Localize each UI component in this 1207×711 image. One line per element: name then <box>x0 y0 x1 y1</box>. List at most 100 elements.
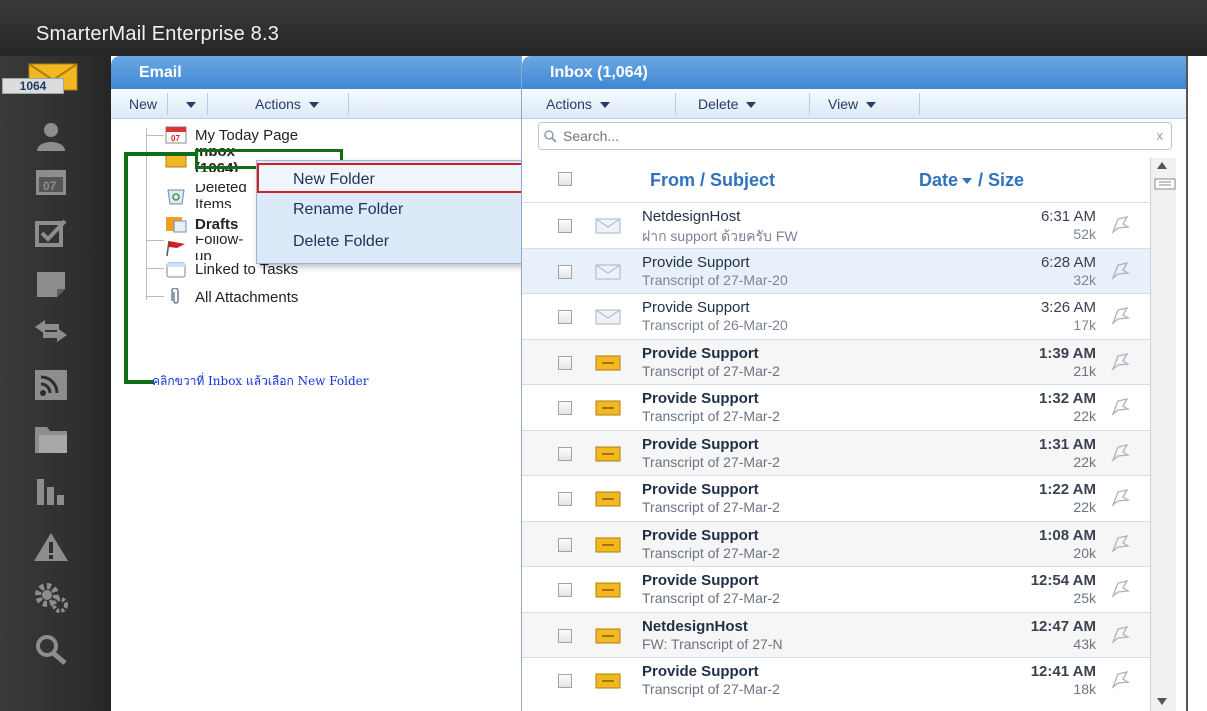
message-checkbox[interactable] <box>558 264 572 279</box>
message-row[interactable]: NetdesignHost ฝาก support ด้วยครับ FW 6:31… <box>522 202 1156 247</box>
inbox-panel: Inbox (1,064) Actions Delete View x From… <box>521 56 1207 711</box>
drafts-icon <box>166 217 187 233</box>
flag-icon[interactable] <box>1110 579 1130 599</box>
message-checkbox[interactable] <box>558 537 572 552</box>
annotation-line <box>124 152 196 156</box>
flag-icon[interactable] <box>1110 670 1130 690</box>
flag-icon[interactable] <box>1110 488 1130 508</box>
folder-label: All Attachments <box>195 288 299 306</box>
folder-label: Deleted Items <box>195 184 247 208</box>
new-dropdown-button[interactable] <box>174 93 208 115</box>
message-row[interactable]: Provide Support Transcript of 27-Mar-2 1:3… <box>522 429 1156 475</box>
message-size: 52k <box>1073 226 1096 242</box>
rss-icon[interactable] <box>30 368 72 402</box>
new-button[interactable]: New <box>119 93 169 115</box>
flag-icon[interactable] <box>1110 261 1130 281</box>
folder-deleted-items[interactable]: Deleted Items <box>165 184 257 208</box>
message-from: Provide Support <box>642 299 750 316</box>
inbox-actions-button[interactable]: Actions <box>536 93 676 115</box>
message-checkbox[interactable] <box>558 628 572 643</box>
message-checkbox[interactable] <box>558 355 572 370</box>
delete-button[interactable]: Delete <box>676 93 810 115</box>
message-subject: Transcript of 27-Mar-2 <box>642 544 780 561</box>
folder-my-today-page[interactable]: 07 My Today Page <box>165 123 298 147</box>
flag-icon[interactable] <box>1110 215 1130 235</box>
read-envelope-icon <box>595 309 621 325</box>
view-button[interactable]: View <box>810 93 920 115</box>
app-titlebar: SmarterMail Enterprise 8.3 <box>0 0 1207 56</box>
message-size: 43k <box>1073 635 1096 652</box>
trash-icon <box>167 189 185 205</box>
message-row[interactable]: Provide Support Transcript of 26-Mar-20 3:… <box>522 293 1156 338</box>
sort-desc-icon <box>962 178 973 185</box>
message-row[interactable]: Provide Support Transcript of 27-Mar-2 12:… <box>522 566 1156 611</box>
tasks-icon[interactable] <box>30 216 72 250</box>
notes-icon[interactable] <box>30 266 72 300</box>
column-date-size[interactable]: Date / Size <box>919 170 1024 191</box>
column-from-subject[interactable]: From / Subject <box>650 170 775 191</box>
actions-label: Actions <box>255 96 301 112</box>
message-checkbox[interactable] <box>558 401 572 415</box>
unread-count-badge: 1064 <box>2 78 64 94</box>
message-from: NetdesignHost <box>642 208 741 225</box>
message-list-scrollbar[interactable] <box>1150 158 1176 711</box>
message-checkbox[interactable] <box>558 492 572 506</box>
actions-menu-button[interactable]: Actions <box>215 93 349 115</box>
message-row[interactable]: Provide Support Transcript of 27-Mar-2 12:… <box>522 657 1156 702</box>
message-checkbox[interactable] <box>558 674 572 688</box>
annotation-text: คลิกขวาที่ Inbox แล้วเลือก New Folder <box>152 374 369 388</box>
flag-icon[interactable] <box>1110 306 1130 326</box>
message-checkbox[interactable] <box>558 219 572 233</box>
scroll-up-arrow[interactable] <box>1157 162 1167 169</box>
message-row[interactable]: Provide Support Transcript of 27-Mar-2 1:3… <box>522 338 1156 384</box>
sync-icon[interactable] <box>30 314 72 348</box>
warning-icon[interactable] <box>30 530 72 564</box>
search-icon[interactable] <box>30 632 72 666</box>
message-subject: Transcript of 27-Mar-2 <box>642 499 780 515</box>
files-icon[interactable] <box>30 422 72 456</box>
message-subject: ฝาก support ด้วยครับ FW <box>642 228 798 244</box>
unread-envelope-icon <box>595 673 621 689</box>
flag-icon[interactable] <box>1110 625 1130 645</box>
select-all-checkbox[interactable] <box>558 172 572 186</box>
message-row[interactable]: Provide Support Transcript of 27-Mar-20 6:… <box>522 247 1156 293</box>
menu-item-new-folder[interactable]: New Folder <box>257 163 537 193</box>
message-row[interactable]: Provide Support Transcript of 27-Mar-2 1:0… <box>522 520 1156 566</box>
message-row[interactable]: NetdesignHost FW: Transcript of 27-N 12:47… <box>522 611 1156 657</box>
message-subject: Transcript of 27-Mar-2 <box>642 590 780 606</box>
menu-item-rename-folder[interactable]: Rename Folder <box>257 195 537 225</box>
tree-connector <box>146 135 164 136</box>
message-from: Provide Support <box>642 344 759 362</box>
menu-item-delete-folder[interactable]: Delete Folder <box>257 227 537 257</box>
flag-icon[interactable] <box>1110 443 1130 463</box>
message-subject: FW: Transcript of 27-N <box>642 635 783 652</box>
list-view-icon[interactable] <box>1154 178 1176 190</box>
message-time: 1:08 AM <box>1039 526 1096 544</box>
message-from: NetdesignHost <box>642 617 748 635</box>
message-subject: Transcript of 27-Mar-2 <box>642 362 780 379</box>
message-row[interactable]: Provide Support Transcript of 27-Mar-2 1:2… <box>522 475 1156 520</box>
message-checkbox[interactable] <box>558 583 572 597</box>
message-time: 3:26 AM <box>1040 299 1096 316</box>
message-checkbox[interactable] <box>558 310 572 324</box>
search-box[interactable]: x <box>538 122 1172 150</box>
settings-gear-icon[interactable] <box>30 580 72 614</box>
message-time: 12:47 AM <box>1030 617 1096 635</box>
annotation-line <box>124 152 128 384</box>
search-input[interactable] <box>561 126 1141 146</box>
message-row[interactable]: Provide Support Transcript of 27-Mar-2 1:3… <box>522 384 1156 429</box>
inbox-toolbar: Actions Delete View <box>522 89 1207 119</box>
flag-icon[interactable] <box>1110 397 1130 417</box>
reports-icon[interactable] <box>30 474 72 508</box>
message-from: Provide Support <box>642 481 759 498</box>
folder-all-attachments[interactable]: All Attachments <box>165 285 298 309</box>
scroll-down-arrow[interactable] <box>1157 698 1167 705</box>
flag-icon[interactable] <box>1110 352 1130 372</box>
flag-icon[interactable] <box>1110 534 1130 554</box>
calendar-icon[interactable]: 07 <box>30 164 72 198</box>
close-icon[interactable]: x <box>1157 128 1164 143</box>
folder-drafts[interactable]: Drafts <box>165 212 257 236</box>
contacts-icon[interactable] <box>30 120 72 154</box>
message-checkbox[interactable] <box>558 446 572 461</box>
message-time: 1:31 AM <box>1039 435 1096 453</box>
